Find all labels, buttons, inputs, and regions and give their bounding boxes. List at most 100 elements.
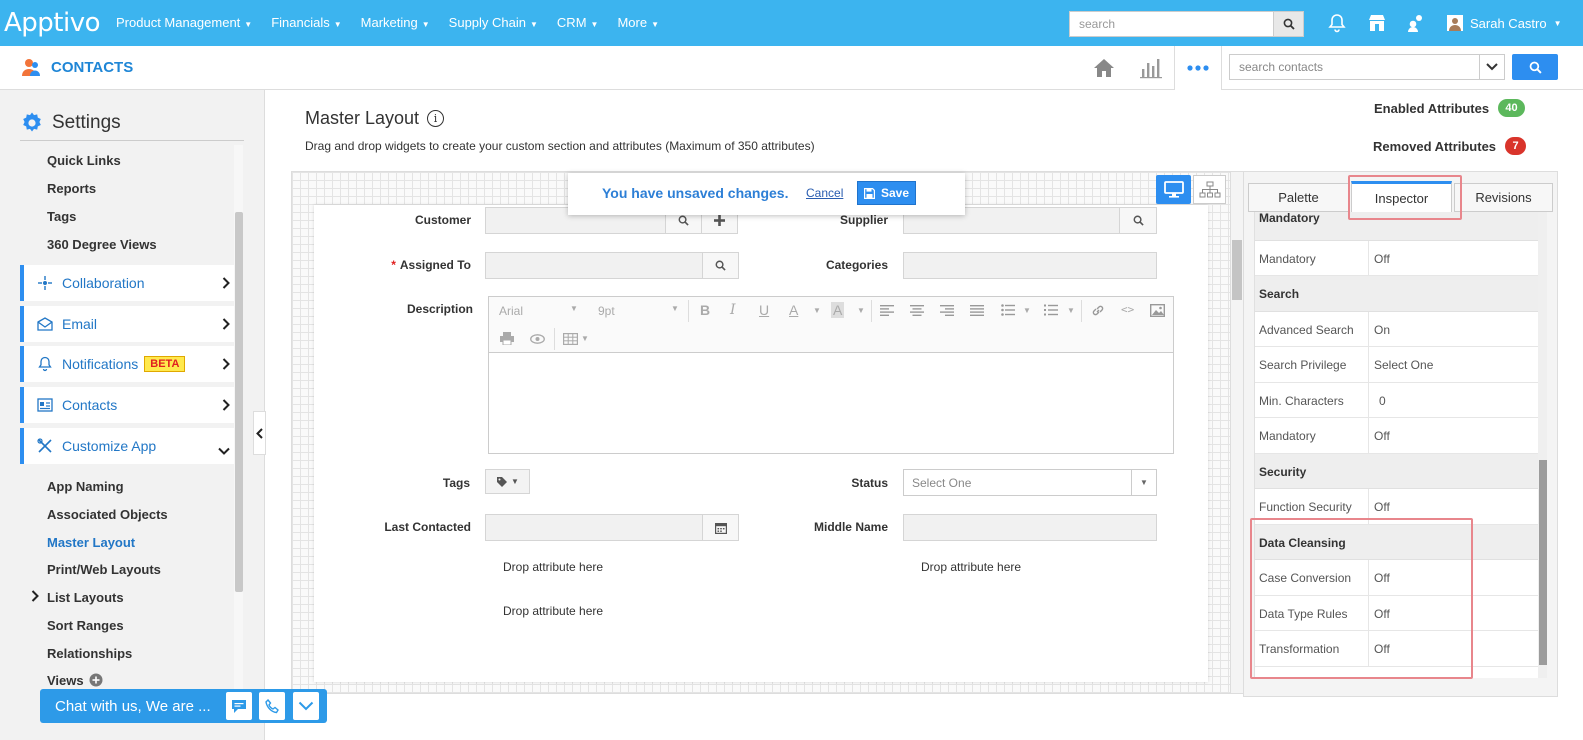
contacts-search-button[interactable] — [1512, 54, 1558, 80]
assigned-to-search-button[interactable] — [702, 252, 739, 279]
nav-supply-chain[interactable]: Supply Chain ▼ — [449, 15, 538, 30]
chat-call-button[interactable] — [259, 692, 285, 720]
tab-revisions[interactable]: Revisions — [1454, 183, 1553, 212]
removed-attributes-label[interactable]: Removed Attributes — [1373, 139, 1496, 154]
property-row[interactable]: Transformation Off — [1255, 631, 1538, 667]
status-label[interactable]: Status — [800, 476, 888, 490]
global-search-button[interactable] — [1273, 11, 1304, 37]
font-size-select[interactable]: 9pt — [598, 304, 615, 318]
align-left-icon[interactable] — [880, 305, 894, 316]
property-row[interactable]: Search Privilege Select One — [1255, 347, 1538, 383]
nav-marketing[interactable]: Marketing ▼ — [361, 15, 430, 30]
last-contacted-label[interactable]: Last Contacted — [370, 520, 471, 534]
property-row[interactable]: Mandatory Off — [1255, 418, 1538, 454]
sidebar-link-reports[interactable]: Reports — [47, 181, 96, 196]
preview-eye-icon[interactable] — [530, 334, 545, 344]
middle-name-label[interactable]: Middle Name — [790, 520, 888, 534]
property-row[interactable]: Data Type Rules Off — [1255, 595, 1538, 631]
categories-input[interactable] — [903, 252, 1157, 279]
inspector-scrollbar-thumb[interactable] — [1539, 460, 1547, 665]
sidebar-link-quick-links[interactable]: Quick Links — [47, 153, 121, 168]
supplier-label[interactable]: Supplier — [800, 213, 888, 227]
sidebar-link-relationships[interactable]: Relationships — [47, 646, 132, 661]
property-row[interactable]: Function Security Off — [1255, 489, 1538, 525]
sidebar-link-master-layout[interactable]: Master Layout — [47, 535, 135, 550]
caret-down-icon[interactable]: ▼ — [1131, 470, 1156, 495]
table-icon[interactable] — [563, 333, 578, 345]
tab-inspector[interactable]: Inspector — [1351, 181, 1452, 212]
sidebar-link-list-layouts[interactable]: List Layouts — [47, 590, 124, 605]
property-value[interactable]: Off — [1374, 429, 1390, 443]
font-family-select[interactable]: Arial — [499, 304, 523, 318]
hierarchy-view-button[interactable] — [1193, 175, 1226, 204]
middle-name-input[interactable] — [903, 514, 1157, 541]
users-switch-icon[interactable] — [1405, 12, 1427, 34]
add-circle-icon[interactable] — [89, 673, 103, 690]
property-value[interactable]: On — [1374, 323, 1390, 337]
property-row[interactable]: Advanced Search On — [1255, 311, 1538, 347]
sidebar-link-app-naming[interactable]: App Naming — [47, 479, 124, 494]
sidebar-link-associated-objects[interactable]: Associated Objects — [47, 507, 168, 522]
property-value[interactable]: Off — [1374, 252, 1390, 266]
property-value[interactable]: Off — [1374, 500, 1390, 514]
contacts-search-dropdown[interactable] — [1479, 54, 1505, 80]
print-icon[interactable] — [500, 332, 514, 345]
drop-zone[interactable]: Drop attribute here — [921, 560, 1021, 574]
assigned-to-input[interactable] — [485, 252, 703, 279]
sidebar-group-notifications[interactable]: Notifications BETA — [20, 346, 234, 382]
save-button[interactable]: Save — [857, 181, 916, 205]
contacts-search-input[interactable]: search contacts — [1229, 54, 1480, 80]
notifications-bell-icon[interactable] — [1326, 12, 1348, 34]
assigned-to-label[interactable]: * Assigned To — [371, 258, 471, 272]
highlight-color-icon[interactable]: A — [831, 302, 845, 318]
tags-label[interactable]: Tags — [380, 476, 470, 490]
image-icon[interactable] — [1150, 304, 1165, 317]
property-row[interactable]: Mandatory Off — [1255, 240, 1538, 276]
last-contacted-calendar-button[interactable] — [702, 514, 739, 541]
align-center-icon[interactable] — [910, 305, 924, 316]
bold-icon[interactable]: B — [700, 302, 710, 318]
sidebar-link-tags[interactable]: Tags — [47, 209, 76, 224]
tab-palette[interactable]: Palette — [1248, 183, 1349, 212]
nav-product-management[interactable]: Product Management ▼ — [116, 15, 252, 30]
sidebar-scrollbar-thumb[interactable] — [235, 212, 243, 592]
enabled-attributes-label[interactable]: Enabled Attributes — [1374, 101, 1489, 116]
chat-widget-text[interactable]: Chat with us, We are ... — [55, 698, 211, 715]
chat-minimize-button[interactable] — [293, 692, 319, 720]
underline-icon[interactable]: U — [759, 302, 769, 318]
property-row[interactable]: Min. Characters 0 — [1255, 382, 1538, 418]
app-title[interactable]: CONTACTS — [20, 57, 133, 77]
code-view-icon[interactable]: <> — [1121, 303, 1134, 316]
supplier-search-button[interactable] — [1119, 207, 1157, 234]
drop-zone[interactable]: Drop attribute here — [503, 604, 603, 618]
categories-label[interactable]: Categories — [790, 258, 888, 272]
numbered-list-icon[interactable] — [1044, 304, 1058, 316]
link-icon[interactable] — [1091, 304, 1105, 317]
property-value[interactable]: Off — [1374, 607, 1390, 621]
sidebar-group-customize-app[interactable]: Customize App — [20, 428, 234, 464]
align-right-icon[interactable] — [940, 305, 954, 316]
property-row[interactable]: Case Conversion Off — [1255, 560, 1538, 596]
chat-message-button[interactable] — [226, 692, 252, 720]
property-value[interactable]: Select One — [1374, 358, 1433, 372]
sidebar-link-sort-ranges[interactable]: Sort Ranges — [47, 618, 124, 633]
align-justify-icon[interactable] — [970, 305, 984, 316]
sidebar-link-print-web-layouts[interactable]: Print/Web Layouts — [47, 562, 161, 577]
apptivo-logo[interactable]: Apptivo — [4, 8, 101, 38]
more-options-tab[interactable] — [1174, 46, 1222, 90]
global-search-input[interactable]: search — [1069, 11, 1274, 37]
last-contacted-input[interactable] — [485, 514, 703, 541]
nav-crm[interactable]: CRM ▼ — [557, 15, 599, 30]
italic-icon[interactable]: I — [730, 302, 736, 318]
sidebar-link-views[interactable]: Views — [47, 673, 84, 688]
sidebar-link-360-views[interactable]: 360 Degree Views — [47, 237, 157, 252]
home-icon[interactable] — [1090, 54, 1118, 82]
desktop-view-button[interactable] — [1156, 175, 1191, 204]
property-value[interactable]: Off — [1374, 642, 1390, 656]
tags-dropdown-button[interactable]: ▼ — [485, 469, 530, 494]
collapse-sidebar-button[interactable] — [253, 411, 266, 455]
property-value[interactable]: Off — [1374, 571, 1390, 585]
customer-label[interactable]: Customer — [380, 213, 471, 227]
sidebar-group-collaboration[interactable]: Collaboration — [20, 265, 234, 301]
info-icon[interactable]: i — [427, 110, 445, 127]
